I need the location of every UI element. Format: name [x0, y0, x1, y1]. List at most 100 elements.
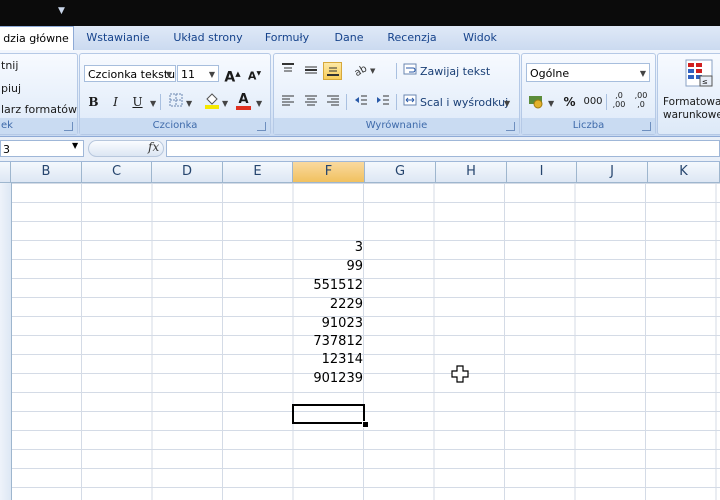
alignment-group: ab ▼ Zawijaj tekst Scal i wyśrodkuj ▼ Wyr…	[273, 53, 520, 135]
font-color-letter: A	[238, 92, 249, 107]
shrink-font-icon[interactable]: A▼	[245, 65, 264, 83]
formula-bar: 3 ▼ fx	[0, 137, 720, 162]
column-header-j[interactable]: J	[577, 162, 648, 182]
bold-button[interactable]: B	[84, 93, 103, 111]
increase-indent-icon[interactable]	[373, 93, 392, 111]
decrease-decimal-button[interactable]: ,00 ,0	[630, 91, 652, 113]
cell-f-value[interactable]: 91023	[294, 314, 363, 333]
align-top-icon[interactable]	[278, 62, 297, 80]
tab-home[interactable]: dzia główne	[0, 26, 74, 52]
column-header-partial[interactable]	[0, 162, 11, 182]
font-launcher-icon[interactable]	[257, 122, 266, 131]
column-header-b[interactable]: B	[11, 162, 82, 182]
orientation-icon[interactable]: ab ▼	[351, 62, 379, 80]
underline-button[interactable]: U	[128, 93, 147, 111]
number-launcher-icon[interactable]	[642, 122, 651, 131]
cell-f-value[interactable]: 3	[294, 238, 363, 257]
merge-center-icon[interactable]	[400, 93, 419, 111]
percent-button[interactable]: %	[560, 93, 579, 111]
cell-f-value[interactable]: 2229	[294, 295, 363, 314]
italic-button[interactable]: I	[106, 93, 125, 111]
svg-text:≤: ≤	[702, 78, 708, 86]
chevron-down-icon: ▼	[208, 70, 215, 79]
tab-data[interactable]: Dane	[326, 26, 372, 50]
cell-f-value[interactable]: 737812	[294, 332, 363, 351]
active-cell[interactable]	[292, 404, 365, 424]
column-headers: B C D E F G H I J K	[0, 162, 720, 183]
ribbon-tabs: dzia główne Wstawianie Układ strony Form…	[0, 26, 720, 52]
merge-dropdown-icon[interactable]: ▼	[504, 99, 516, 108]
grow-font-icon[interactable]: A▲	[223, 65, 242, 86]
font-name-dropdown[interactable]: Czcionka tekstu ▼	[84, 65, 176, 82]
wrap-text-button[interactable]: Zawijaj tekst	[420, 65, 490, 78]
column-header-d[interactable]: D	[152, 162, 223, 182]
insert-function-icon[interactable]: fx	[148, 140, 159, 154]
divider	[346, 94, 347, 110]
tab-view[interactable]: Widok	[452, 26, 508, 50]
conditional-formatting-icon[interactable]: ≤	[684, 58, 714, 92]
number-group-label: Liczba	[522, 118, 655, 134]
cell-f-value[interactable]: 12314	[294, 350, 363, 369]
svg-text:ab: ab	[353, 63, 369, 76]
divider	[606, 94, 607, 110]
name-box-dropdown-icon[interactable]: ▼	[72, 141, 78, 150]
clipboard-launcher-icon[interactable]	[64, 122, 73, 131]
fill-color-icon[interactable]	[202, 91, 221, 109]
cut-button[interactable]: tnij	[1, 59, 18, 72]
align-bottom-icon[interactable]	[323, 62, 342, 80]
merge-center-button[interactable]: Scal i wyśrodkuj	[420, 96, 508, 109]
tab-review[interactable]: Recenzja	[380, 26, 444, 50]
divider	[396, 94, 397, 110]
conditional-formatting-label-1[interactable]: Formatowa	[663, 96, 720, 108]
increase-decimal-button[interactable]: ,0 ,00	[608, 91, 630, 113]
cell-f-value[interactable]: 901239	[294, 369, 363, 388]
formula-input[interactable]	[166, 140, 720, 157]
align-left-icon[interactable]	[278, 93, 297, 111]
cell-f-value[interactable]: 99	[294, 257, 363, 276]
font-size-value: 11	[181, 68, 195, 81]
tab-formulas[interactable]: Formuły	[258, 26, 316, 50]
clipboard-group: tnij piuj larz formatów ek	[0, 53, 78, 135]
font-name-value: Czcionka tekstu	[88, 68, 176, 81]
align-right-icon[interactable]	[323, 93, 342, 111]
font-group-label: Czcionka	[80, 118, 270, 134]
font-color-dropdown-icon[interactable]: ▼	[256, 99, 267, 108]
fill-handle[interactable]	[362, 421, 369, 428]
thousands-separator-button[interactable]: 000	[582, 93, 604, 111]
styles-group: ≤ Formatowa warunkowe	[657, 53, 720, 135]
format-painter-button[interactable]: larz formatów	[1, 103, 77, 116]
column-header-f[interactable]: F	[293, 162, 365, 182]
font-size-dropdown[interactable]: 11 ▼	[177, 65, 219, 82]
column-header-e[interactable]: E	[223, 162, 293, 182]
wrap-text-icon[interactable]	[400, 62, 419, 80]
ribbon: tnij piuj larz formatów ek Czcionka teks…	[0, 50, 720, 137]
currency-icon[interactable]	[526, 93, 545, 111]
conditional-formatting-label-2[interactable]: warunkowe	[663, 109, 720, 121]
number-format-dropdown[interactable]: Ogólne ▼	[526, 63, 650, 82]
column-header-g[interactable]: G	[365, 162, 436, 182]
alignment-launcher-icon[interactable]	[506, 122, 515, 131]
column-header-h[interactable]: H	[436, 162, 507, 182]
tab-insert[interactable]: Wstawianie	[80, 26, 156, 50]
divider	[396, 63, 397, 79]
title-bar: ▼	[0, 0, 720, 26]
row-headers[interactable]	[0, 183, 12, 500]
align-center-icon[interactable]	[301, 93, 320, 111]
column-header-c[interactable]: C	[82, 162, 152, 182]
cell-cursor-icon	[451, 365, 469, 383]
svg-text:▼: ▼	[370, 67, 376, 75]
decrease-indent-icon[interactable]	[351, 93, 370, 111]
number-format-value: Ogólne	[530, 67, 570, 80]
font-color-bar	[236, 106, 251, 110]
tab-page-layout[interactable]: Układ strony	[166, 26, 250, 50]
chevron-down-icon: ▼	[165, 70, 172, 79]
font-color-icon[interactable]: A	[234, 90, 253, 110]
quick-access-dropdown-icon[interactable]: ▼	[58, 6, 65, 16]
column-header-k[interactable]: K	[648, 162, 720, 182]
column-header-i[interactable]: I	[507, 162, 577, 182]
align-middle-icon[interactable]	[301, 62, 320, 80]
copy-button[interactable]: piuj	[1, 82, 21, 95]
borders-icon[interactable]	[166, 93, 185, 111]
alignment-group-label: Wyrównanie	[274, 118, 519, 134]
cell-f-value[interactable]: 551512	[294, 276, 363, 295]
